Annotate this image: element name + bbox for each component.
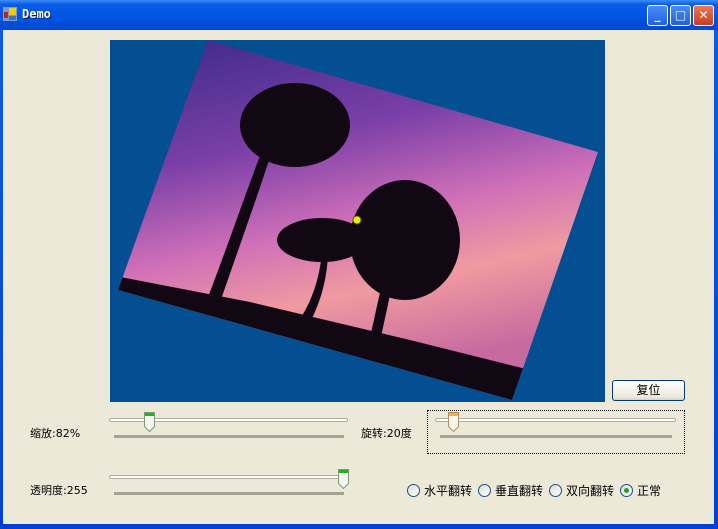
radio-circle[interactable] <box>620 484 633 497</box>
zoom-ticks <box>114 435 344 438</box>
minimize-button[interactable]: _ <box>647 5 668 26</box>
rotate-slider-thumb[interactable] <box>448 412 459 432</box>
title-bar[interactable]: Demo _ □ ✕ <box>0 0 718 30</box>
rotate-track <box>435 418 676 422</box>
radio-label: 正常 <box>637 484 662 498</box>
opacity-ticks <box>114 492 344 495</box>
opacity-slider-thumb[interactable] <box>338 469 349 489</box>
rotate-label: 旋转:20度 <box>361 427 412 440</box>
rotate-ticks <box>440 435 672 438</box>
radio-label: 双向翻转 <box>566 484 615 498</box>
image-canvas[interactable] <box>110 40 605 402</box>
radio-normal[interactable]: 正常 <box>620 482 661 499</box>
window-title: Demo <box>22 7 51 21</box>
opacity-track <box>109 475 348 479</box>
center-marker <box>352 215 362 225</box>
radio-flip-vertical[interactable]: 垂直翻转 <box>478 482 543 499</box>
minimize-icon: _ <box>654 8 661 22</box>
zoom-slider-thumb[interactable] <box>144 412 155 432</box>
opacity-label: 透明度:255 <box>30 484 88 497</box>
radio-circle[interactable] <box>478 484 491 497</box>
close-icon: ✕ <box>698 8 709 22</box>
radio-flip-horizontal[interactable]: 水平翻转 <box>407 482 472 499</box>
radio-label: 垂直翻转 <box>495 484 544 498</box>
reset-button[interactable]: 复位 <box>612 380 685 401</box>
close-button[interactable]: ✕ <box>693 5 714 26</box>
radio-flip-both[interactable]: 双向翻转 <box>549 482 614 499</box>
maximize-icon: □ <box>674 8 687 22</box>
radio-circle[interactable] <box>549 484 562 497</box>
form-client-area: 复位 缩放:82% 旋转:20度 透明度:255 水平翻转 垂直翻转 双向翻转 … <box>3 30 714 524</box>
radio-label: 水平翻转 <box>424 484 473 498</box>
zoom-label: 缩放:82% <box>30 427 81 440</box>
rotated-photo <box>118 40 598 400</box>
app-icon <box>3 7 17 21</box>
window: Demo _ □ ✕ 复位 缩放:82% 旋转:20度 透明度:255 水平翻转… <box>0 0 718 529</box>
rotate-focus-rect <box>427 410 685 454</box>
radio-circle[interactable] <box>407 484 420 497</box>
maximize-button[interactable]: □ <box>670 5 691 26</box>
